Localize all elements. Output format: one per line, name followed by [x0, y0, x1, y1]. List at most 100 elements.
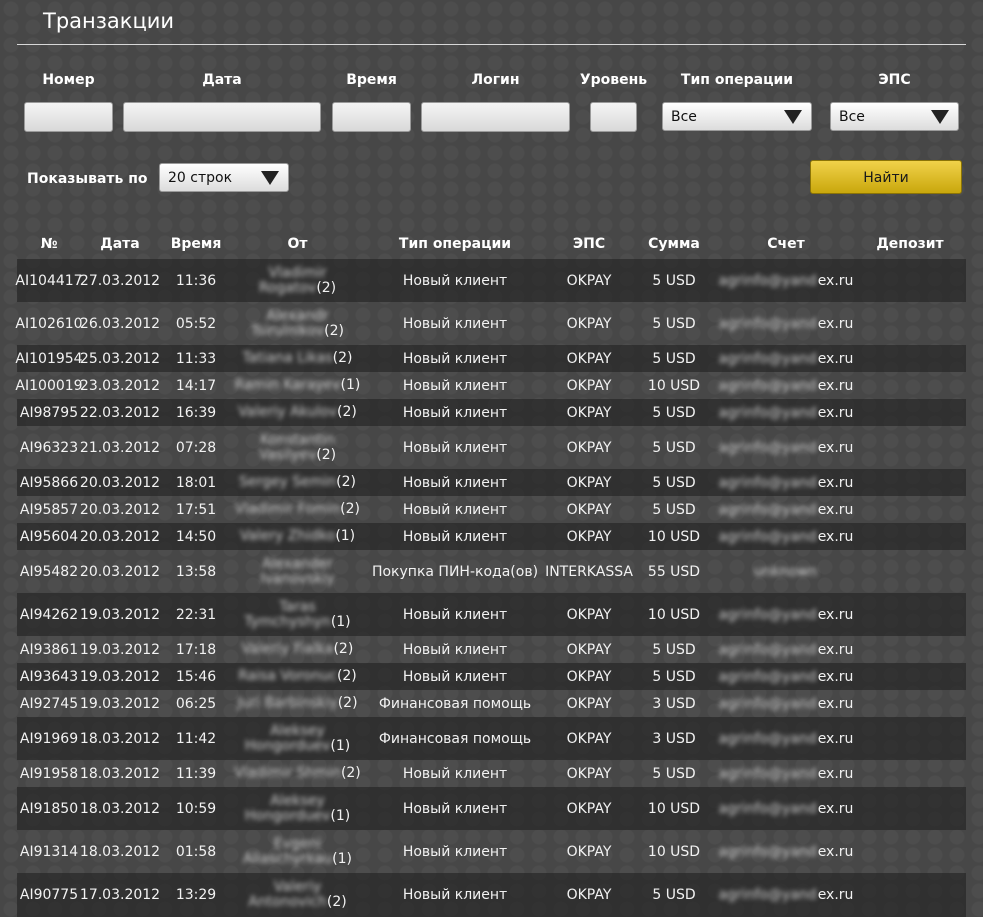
cell-date: 19.03.2012 — [79, 641, 161, 658]
column-header-sum[interactable]: Сумма — [630, 236, 718, 252]
cell-time: 01:58 — [175, 843, 217, 860]
sender-name: Hongorduev(1) — [244, 737, 350, 754]
cell-num: AI98795 — [19, 404, 79, 421]
table-row[interactable]: AI90775 17.03.2012 13:29 Valeriy Antonovich(… — [17, 873, 966, 917]
table-row[interactable]: AI102610 26.03.2012 05:52 Alexandr Tsirulnik… — [15, 302, 966, 345]
eps-select[interactable]: Все — [830, 102, 959, 131]
cell-time: 13:29 — [175, 887, 217, 903]
cell-num: AI91850 — [19, 800, 79, 817]
cell-acct: agrinfo@yand ex.ru — [718, 259, 854, 302]
column-header-eps[interactable]: ЭПС — [548, 236, 630, 252]
column-header-from[interactable]: От — [233, 236, 362, 252]
column-header-operation-type[interactable]: Тип операции — [362, 236, 548, 252]
table-row[interactable]: AI91314 18.03.2012 01:58 Evgeni Aliaschyrkau… — [17, 830, 966, 873]
account-hidden: agrinfo@yand — [718, 377, 817, 394]
cell-acct: agrinfo@yand ex.ru — [718, 636, 854, 663]
sender-name-blurred: Hongorduev — [244, 737, 331, 754]
sender-name-blurred: Tsirulnikov — [250, 322, 325, 339]
filter-label-date: Дата — [202, 72, 242, 88]
cell-from: Sergey Semin(2) — [233, 469, 362, 496]
cell-date: 27.03.2012 — [79, 272, 161, 289]
sender-count: (1) — [330, 613, 351, 630]
account-hidden: unknown — [753, 563, 818, 580]
table-row[interactable]: AI94262 19.03.2012 22:31 Taras Tymchyshyn(1)… — [17, 593, 966, 636]
account-visible: ex.ru — [817, 501, 854, 518]
account-visible: ex.ru — [817, 377, 854, 394]
sender-first-line: Aleksey — [270, 722, 325, 739]
cell-from: Tatiana Likas(2) — [233, 345, 362, 372]
cell-acct: agrinfo@yand ex.ru — [718, 399, 854, 426]
cell-num: AI90775 — [19, 887, 79, 903]
table-row[interactable]: AI96323 21.03.2012 07:28 Konstantin Vasilyev… — [17, 426, 966, 469]
cell-op: Новый клиент — [402, 315, 508, 332]
sender-first-line: Konstantin — [260, 431, 335, 448]
time-input[interactable] — [332, 102, 411, 132]
table-row[interactable]: AI93861 19.03.2012 17:18 Valeriy Fialka(2) Н… — [17, 636, 966, 663]
table-row[interactable]: AI95857 20.03.2012 17:51 Vladimir Fomin(2) Н… — [17, 496, 966, 523]
cell-sum: 5 USD — [652, 501, 696, 518]
cell-eps: OKPAY — [566, 887, 612, 903]
cell-num: AI102610 — [15, 315, 83, 332]
filter-label-time: Время — [346, 72, 397, 88]
cell-acct: agrinfo@yand ex.ru — [718, 426, 854, 469]
column-header-account[interactable]: Счет — [718, 236, 854, 252]
cell-deposit — [854, 593, 966, 636]
account-visible: ex.ru — [817, 272, 854, 289]
table-row[interactable]: AI95482 20.03.2012 13:58 Alexander Ivanovski… — [17, 550, 966, 593]
cell-deposit — [854, 399, 966, 426]
table-row[interactable]: AI91969 18.03.2012 11:42 Aleksey Hongorduev(… — [17, 717, 966, 760]
account-visible: ex.ru — [817, 730, 854, 747]
column-header-time[interactable]: Время — [159, 236, 233, 252]
cell-sum: 5 USD — [652, 474, 696, 491]
table-row[interactable]: AI93643 19.03.2012 15:46 Raisa Voronuc(2) Но… — [17, 663, 966, 690]
sender-first-line: Aleksey — [270, 792, 325, 809]
number-input[interactable] — [24, 102, 113, 132]
cell-time: 13:58 — [175, 563, 217, 580]
cell-time: 14:50 — [175, 528, 217, 545]
sender-name: Vladimir Fomin(2) — [235, 502, 360, 517]
column-header-date[interactable]: Дата — [81, 236, 159, 252]
account-hidden: agrinfo@yand — [718, 474, 817, 491]
filter-label-operation-type: Тип операции — [680, 72, 794, 88]
find-button[interactable]: Найти — [810, 160, 962, 194]
operation-type-select[interactable]: Все — [662, 102, 812, 131]
account-hidden: agrinfo@yand — [718, 272, 817, 289]
cell-op: Покупка ПИН-кода(ов) — [371, 563, 539, 580]
table-row[interactable]: AI98795 22.03.2012 16:39 Valeriy Akulov(2) Н… — [17, 399, 966, 426]
rows-per-page-select[interactable]: 20 строк — [159, 163, 289, 192]
cell-num: AI91958 — [19, 765, 79, 782]
sender-count: (2) — [316, 446, 337, 463]
cell-acct: agrinfo@yand ex.ru — [718, 760, 854, 787]
login-input[interactable] — [421, 102, 570, 132]
table-row[interactable]: AI104417 27.03.2012 11:36 Vladimir Rogatov(2… — [15, 259, 966, 302]
table-row[interactable]: AI101954 25.03.2012 11:33 Tatiana Likas(2) Н… — [15, 345, 966, 372]
sender-name: Valeriy Fialka(2) — [242, 642, 354, 657]
cell-sum: 5 USD — [652, 668, 696, 685]
account-visible: ex.ru — [817, 668, 854, 685]
cell-from: Vladimir Rogatov(2) — [233, 259, 362, 302]
account-hidden: agrinfo@yand — [718, 765, 817, 782]
sender-name: Valeriy Akulov(2) — [238, 405, 357, 420]
column-header-deposit[interactable]: Депозит — [854, 236, 966, 252]
cell-sum: 5 USD — [652, 887, 696, 903]
table-row[interactable]: AI100019 23.03.2012 14:17 Ramin Karayev(1) Н… — [15, 372, 966, 399]
table-row[interactable]: AI91958 18.03.2012 11:39 Vladimir Shmin(2) Н… — [17, 760, 966, 787]
account-hidden: agrinfo@yand — [718, 501, 817, 518]
chevron-down-icon — [931, 110, 949, 124]
account-hidden: agrinfo@yand — [718, 439, 817, 456]
level-input[interactable] — [590, 102, 637, 132]
table-row[interactable]: AI95604 20.03.2012 14:50 Valery Zhidko(1) Но… — [17, 523, 966, 550]
table-row[interactable]: AI92745 19.03.2012 06:25 Juri Barbinskiy(2)… — [17, 690, 966, 717]
sender-name-blurred: Tatiana Likas — [242, 350, 333, 366]
cell-date: 20.03.2012 — [79, 501, 161, 518]
cell-eps: OKPAY — [566, 695, 612, 712]
cell-date: 18.03.2012 — [79, 730, 161, 747]
table-row[interactable]: AI95866 20.03.2012 18:01 Sergey Semin(2) Нов… — [17, 469, 966, 496]
sender-name: Ramin Karayev(1) — [235, 378, 361, 393]
cell-deposit — [854, 830, 966, 873]
date-input[interactable] — [123, 102, 321, 132]
column-header-number[interactable]: № — [17, 236, 81, 252]
table-row[interactable]: AI91850 18.03.2012 10:59 Aleksey Hongorduev(… — [17, 787, 966, 830]
cell-from: Alexander Ivanovskiy — [233, 550, 362, 593]
cell-sum: 10 USD — [647, 528, 701, 545]
